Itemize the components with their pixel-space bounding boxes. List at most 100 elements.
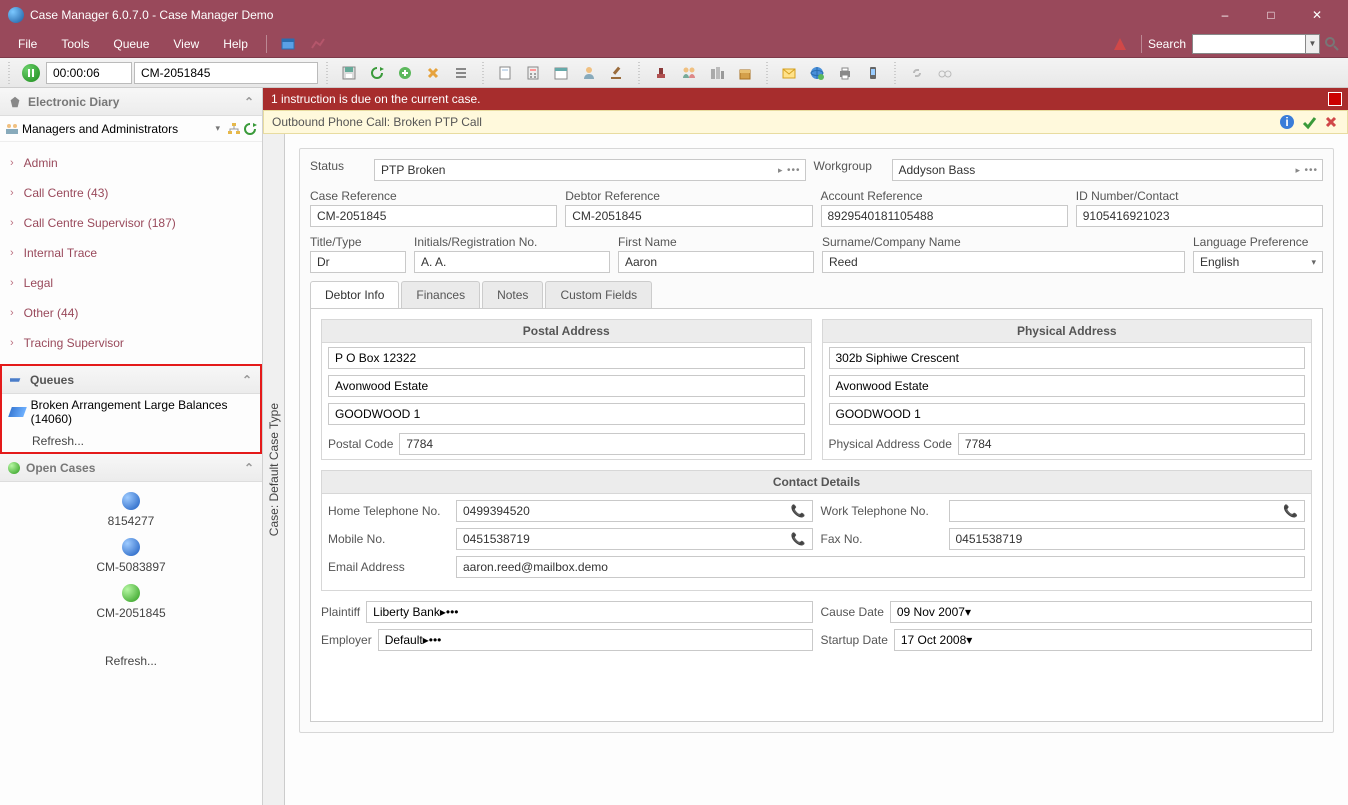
case-status-icon[interactable]	[122, 492, 140, 510]
menu-tools[interactable]: Tools	[49, 33, 101, 55]
physical-line3[interactable]: GOODWOOD 1	[829, 403, 1306, 425]
tab-custom-fields[interactable]: Custom Fields	[545, 281, 652, 308]
accept-icon[interactable]	[1301, 114, 1317, 130]
phone-icon[interactable]: 📞	[1283, 504, 1298, 518]
mail-icon[interactable]	[776, 60, 802, 86]
phone-icon[interactable]: 📞	[791, 504, 806, 518]
physical-line1[interactable]: 302b Siphiwe Crescent	[829, 347, 1306, 369]
save-icon[interactable]	[336, 60, 362, 86]
user-icon[interactable]	[576, 60, 602, 86]
workgroup-field[interactable]: Addyson Bass▸•••	[892, 159, 1324, 181]
role-select[interactable]: Managers and Administrators	[20, 122, 215, 136]
open-case-3[interactable]: CM-2051845	[96, 606, 165, 620]
hierarchy-icon[interactable]	[226, 121, 242, 137]
svg-text:i: i	[1285, 115, 1288, 129]
fname-input[interactable]: Aaron	[618, 251, 814, 273]
fname-label: First Name	[618, 235, 814, 249]
tree-item-tracingsup[interactable]: ›Tracing Supervisor	[0, 328, 262, 358]
open-cases-header[interactable]: Open Cases ⌃	[0, 454, 262, 482]
print-icon[interactable]	[832, 60, 858, 86]
tab-finances[interactable]: Finances	[401, 281, 480, 308]
tab-notes[interactable]: Notes	[482, 281, 543, 308]
acct-ref-input[interactable]: 8929540181105488	[821, 205, 1068, 227]
maximize-button[interactable]: □	[1248, 0, 1294, 30]
globe-icon[interactable]	[804, 60, 830, 86]
menu-help[interactable]: Help	[211, 33, 260, 55]
tree-item-legal[interactable]: ›Legal	[0, 268, 262, 298]
postal-line2[interactable]: Avonwood Estate	[328, 375, 805, 397]
phone-sms-icon[interactable]	[860, 60, 886, 86]
calendar-icon[interactable]	[548, 60, 574, 86]
initials-input[interactable]: A. A.	[414, 251, 610, 273]
physical-line2[interactable]: Avonwood Estate	[829, 375, 1306, 397]
fax-input[interactable]: 0451538719	[949, 528, 1306, 550]
users-icon[interactable]	[676, 60, 702, 86]
lang-select[interactable]: English▾	[1193, 251, 1323, 273]
queue-item[interactable]: Broken Arrangement Large Balances (14060…	[2, 394, 260, 430]
home-tel-input[interactable]: 0499394520📞	[456, 500, 813, 522]
menu-file[interactable]: File	[6, 33, 49, 55]
link-icon[interactable]	[904, 60, 930, 86]
cancel-icon[interactable]	[420, 60, 446, 86]
email-input[interactable]: aaron.reed@mailbox.demo	[456, 556, 1305, 578]
close-button[interactable]: ✕	[1294, 0, 1340, 30]
search-button[interactable]	[1322, 34, 1342, 54]
tree-item-callcentre[interactable]: ›Call Centre (43)	[0, 178, 262, 208]
chart-icon[interactable]	[307, 33, 329, 55]
refresh-icon[interactable]	[364, 60, 390, 86]
cause-date-field[interactable]: 09 Nov 2007▾	[890, 601, 1312, 623]
open-cases-refresh[interactable]: Refresh...	[105, 654, 157, 668]
alert-indicator-icon[interactable]	[1109, 33, 1131, 55]
status-field[interactable]: PTP Broken▸•••	[374, 159, 806, 181]
pause-button[interactable]	[18, 60, 44, 86]
electronic-diary-header[interactable]: Electronic Diary ⌃	[0, 88, 262, 116]
postal-line3[interactable]: GOODWOOD 1	[328, 403, 805, 425]
case-ref-input[interactable]: CM-2051845	[310, 205, 557, 227]
postal-code-input[interactable]: 7784	[399, 433, 804, 455]
case-status-icon[interactable]	[122, 538, 140, 556]
gavel-icon[interactable]	[604, 60, 630, 86]
search-dropdown[interactable]: ▼	[1306, 34, 1320, 54]
tree-item-other[interactable]: ›Other (44)	[0, 298, 262, 328]
calculator-icon[interactable]	[520, 60, 546, 86]
case-status-icon[interactable]	[122, 584, 140, 602]
open-case-1[interactable]: 8154277	[108, 514, 155, 528]
reject-icon[interactable]	[1323, 114, 1339, 130]
open-case-2[interactable]: CM-5083897	[96, 560, 165, 574]
vertical-tab[interactable]: Case: Default Case Type	[263, 134, 285, 805]
menu-queue[interactable]: Queue	[101, 33, 161, 55]
postal-line1[interactable]: P O Box 12322	[328, 347, 805, 369]
surname-input[interactable]: Reed	[822, 251, 1185, 273]
refresh-role-icon[interactable]	[242, 121, 258, 137]
phone-icon[interactable]: 📞	[791, 532, 806, 546]
startup-date-field[interactable]: 17 Oct 2008▾	[894, 629, 1312, 651]
minimize-button[interactable]: –	[1202, 0, 1248, 30]
window-icon[interactable]	[277, 33, 299, 55]
debtor-ref-input[interactable]: CM-2051845	[565, 205, 812, 227]
tree-item-internaltrace[interactable]: ›Internal Trace	[0, 238, 262, 268]
glasses-icon[interactable]	[932, 60, 958, 86]
queues-header[interactable]: Queues ⌃	[2, 366, 260, 394]
work-tel-input[interactable]: 📞	[949, 500, 1306, 522]
list-icon[interactable]	[448, 60, 474, 86]
tab-debtor-info[interactable]: Debtor Info	[310, 281, 399, 308]
employer-field[interactable]: Default▸•••	[378, 629, 813, 651]
add-icon[interactable]	[392, 60, 418, 86]
document-icon[interactable]	[492, 60, 518, 86]
info-icon[interactable]: i	[1279, 114, 1295, 130]
buildings-icon[interactable]	[704, 60, 730, 86]
physical-code-input[interactable]: 7784	[958, 433, 1305, 455]
id-input[interactable]: 9105416921023	[1076, 205, 1323, 227]
search-input[interactable]	[1192, 34, 1306, 54]
mobile-input[interactable]: 0451538719📞	[456, 528, 813, 550]
queues-refresh[interactable]: Refresh...	[2, 430, 260, 452]
package-icon[interactable]	[732, 60, 758, 86]
plaintiff-field[interactable]: Liberty Bank▸•••	[366, 601, 812, 623]
menu-view[interactable]: View	[161, 33, 211, 55]
tree-item-supervisor[interactable]: ›Call Centre Supervisor (187)	[0, 208, 262, 238]
tree-item-admin[interactable]: ›Admin	[0, 148, 262, 178]
stamp-icon[interactable]	[648, 60, 674, 86]
title-input[interactable]: Dr	[310, 251, 406, 273]
flag-icon[interactable]	[1328, 92, 1342, 106]
contact-header: Contact Details	[322, 471, 1311, 494]
